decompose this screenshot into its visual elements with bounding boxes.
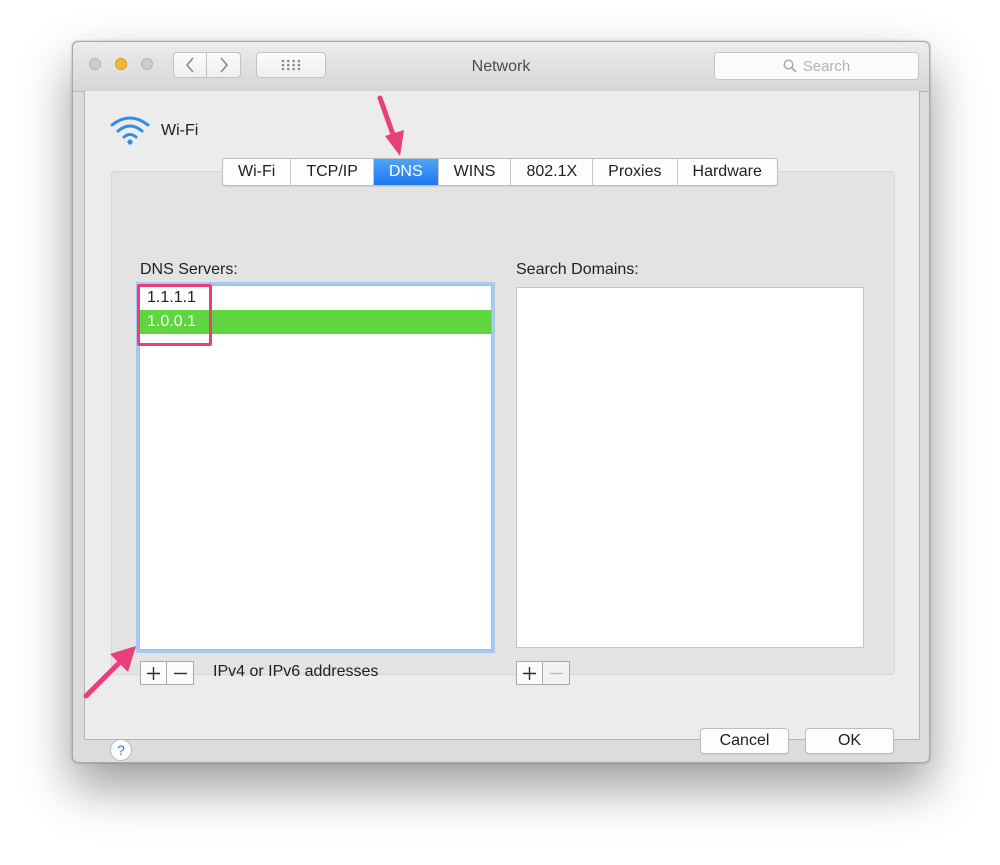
add-dns-button[interactable] xyxy=(140,661,167,685)
dns-sheet: Wi-Fi Wi-Fi TCP/IP DNS WINS 802.1X Proxi… xyxy=(84,91,920,761)
interface-name: Wi-Fi xyxy=(161,122,199,139)
tab-tcpip[interactable]: TCP/IP xyxy=(291,159,374,185)
wifi-icon xyxy=(110,116,150,145)
minus-icon xyxy=(549,672,563,674)
dns-hint: IPv4 or IPv6 addresses xyxy=(213,663,379,680)
search-field[interactable]: Search xyxy=(714,52,919,80)
network-window: Network Search Wi-Fi Wi-Fi TCP/IP DNS WI… xyxy=(72,41,930,763)
tab-8021x[interactable]: 802.1X xyxy=(511,159,594,185)
help-button[interactable]: ? xyxy=(110,739,132,761)
search-domains-label: Search Domains: xyxy=(516,261,639,278)
dns-servers-label: DNS Servers: xyxy=(140,261,238,278)
plus-icon xyxy=(147,666,160,680)
plus-icon xyxy=(523,666,536,680)
add-domain-button[interactable] xyxy=(516,661,543,685)
remove-domain-button[interactable] xyxy=(543,661,570,685)
tab-wins[interactable]: WINS xyxy=(439,159,512,185)
tab-hardware[interactable]: Hardware xyxy=(678,159,777,185)
interface-header: Wi-Fi xyxy=(109,115,198,147)
search-placeholder: Search xyxy=(802,57,851,75)
search-domains-list[interactable] xyxy=(516,287,864,648)
minus-icon xyxy=(173,672,187,674)
domains-add-remove-control xyxy=(516,661,570,685)
ok-button[interactable]: OK xyxy=(805,728,894,754)
annotation-arrow xyxy=(83,646,136,699)
tab-proxies[interactable]: Proxies xyxy=(593,159,678,185)
titlebar: Network Search xyxy=(73,42,929,92)
cancel-button[interactable]: Cancel xyxy=(700,728,789,754)
magnifier-icon xyxy=(783,59,797,73)
tab-bar: Wi-Fi TCP/IP DNS WINS 802.1X Proxies Har… xyxy=(222,158,778,186)
remove-dns-button[interactable] xyxy=(167,661,194,685)
tab-wifi[interactable]: Wi-Fi xyxy=(223,159,292,185)
annotation-highlight-box xyxy=(137,284,212,346)
dns-add-remove-control xyxy=(140,661,194,685)
tab-dns[interactable]: DNS xyxy=(373,159,439,185)
annotation-arrow xyxy=(377,95,404,156)
